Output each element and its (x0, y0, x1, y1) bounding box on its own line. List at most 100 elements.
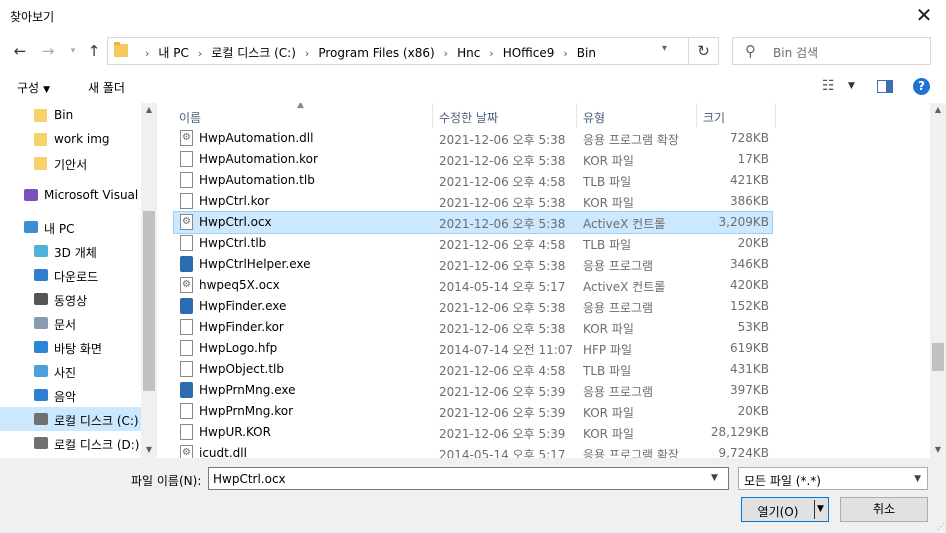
sidebar-item[interactable]: 기안서 (0, 151, 141, 175)
chevron-right-icon[interactable]: › (563, 47, 567, 60)
file-date: 2021-12-06 오후 4:58 (439, 238, 566, 252)
column-type[interactable]: 유형 (583, 109, 605, 126)
scroll-up-icon[interactable]: ▲ (141, 105, 157, 114)
chevron-right-icon[interactable]: › (305, 47, 309, 60)
file-date: 2021-12-06 오후 4:58 (439, 175, 566, 189)
sidebar-scrollbar[interactable]: ▲ ▼ (141, 103, 157, 458)
file-type: TLB 파일 (583, 175, 632, 189)
chevron-right-icon[interactable]: › (198, 47, 202, 60)
column-name[interactable]: 이름 (179, 109, 201, 126)
sidebar-item[interactable]: 로컬 디스크 (D:) (0, 431, 141, 455)
file-row[interactable]: HwpLogo.hfp 2014-07-14 오전 11:07 HFP 파일 619K… (174, 338, 772, 359)
breadcrumb-item[interactable]: Hnc (457, 46, 480, 60)
file-row[interactable]: HwpObject.tlb 2021-12-06 오후 4:58 TLB 파일 431… (174, 359, 772, 380)
column-header: ▲ 이름 수정한 날짜 유형 크기 (157, 103, 930, 128)
file-row[interactable]: HwpFinder.exe 2021-12-06 오후 5:38 응용 프로그램 15… (174, 296, 772, 317)
sidebar-item[interactable]: 문서 (0, 311, 141, 335)
filetype-select[interactable]: 모든 파일 (*.*) ▼ (738, 467, 928, 490)
sidebar-item[interactable]: 사진 (0, 359, 141, 383)
address-bar[interactable]: › 내 PC › 로컬 디스크 (C:) › Program Files (x86) › Hn… (107, 37, 719, 65)
scroll-up-icon[interactable]: ▲ (930, 105, 946, 114)
breadcrumb-item[interactable]: Bin (577, 46, 596, 60)
sidebar-item[interactable]: 다운로드 (0, 263, 141, 287)
navigation-bar: ← → ▾ ↑ › 내 PC › 로컬 디스크 (C:) › Program Files … (0, 31, 946, 71)
chevron-down-icon: ▼ (43, 85, 51, 95)
filename-input[interactable] (208, 467, 729, 490)
chevron-right-icon[interactable]: › (489, 47, 493, 60)
file-icon (180, 172, 193, 188)
file-row[interactable]: HwpCtrl.tlb 2021-12-06 오후 4:58 TLB 파일 20KB (174, 233, 772, 254)
file-type: 응용 프로그램 (583, 259, 654, 273)
resize-grip-icon[interactable]: ⋰ (937, 522, 945, 531)
sidebar-item[interactable]: Microsoft Visual S (0, 183, 141, 207)
view-options-icon[interactable]: ☷ (822, 78, 835, 94)
file-type: KOR 파일 (583, 322, 634, 336)
sidebar-item[interactable]: 동영상 (0, 287, 141, 311)
forward-arrow-icon[interactable]: → (37, 40, 59, 62)
breadcrumb-item[interactable]: Program Files (x86) (318, 46, 434, 60)
file-type: 응용 프로그램 확장 (583, 448, 679, 458)
file-list-scrollbar[interactable]: ▲ ▼ (930, 103, 946, 458)
file-row[interactable]: HwpCtrl.kor 2021-12-06 오후 5:38 KOR 파일 386KB (174, 191, 772, 212)
file-row[interactable]: HwpPrnMng.exe 2021-12-06 오후 5:39 응용 프로그램 39… (174, 380, 772, 401)
file-name: HwpPrnMng.kor (199, 404, 293, 418)
search-input[interactable]: Bin 검색 (773, 44, 818, 61)
file-icon (180, 361, 193, 377)
file-date: 2014-05-14 오후 5:17 (439, 280, 566, 294)
file-size: 346KB (729, 257, 769, 271)
file-date: 2021-12-06 오후 5:38 (439, 217, 566, 231)
file-row[interactable]: HwpAutomation.tlb 2021-12-06 오후 4:58 TLB 파… (174, 170, 772, 191)
close-button[interactable]: ✕ (912, 4, 936, 28)
organize-button[interactable]: 구성 ▼ (17, 79, 50, 96)
scroll-down-icon[interactable]: ▼ (930, 445, 946, 454)
new-folder-button[interactable]: 새 폴더 (88, 79, 125, 96)
file-row[interactable]: hwpeq5X.ocx 2014-05-14 오후 5:17 ActiveX 컨트롤… (174, 275, 772, 296)
column-size[interactable]: 크기 (703, 109, 725, 126)
file-row[interactable]: HwpCtrlHelper.exe 2021-12-06 오후 5:38 응용 프로… (174, 254, 772, 275)
back-arrow-icon[interactable]: ← (9, 40, 31, 62)
sidebar-item-label: 기안서 (54, 158, 88, 172)
cube-icon (34, 245, 48, 257)
chevron-down-icon[interactable]: ▼ (711, 473, 718, 483)
chevron-down-icon[interactable]: ▼ (848, 81, 855, 91)
chevron-right-icon[interactable]: › (444, 47, 448, 60)
video-icon (34, 293, 48, 305)
sidebar-item[interactable]: 로컬 디스크 (C:) (0, 407, 141, 431)
sidebar-item[interactable]: 바탕 화면 (0, 335, 141, 359)
file-row[interactable]: HwpAutomation.dll 2021-12-06 오후 5:38 응용 프로… (174, 128, 772, 149)
scroll-down-icon[interactable]: ▼ (141, 445, 157, 454)
sidebar-item[interactable]: 내 PC (0, 215, 141, 239)
open-options-chevron-icon[interactable]: ▼ (817, 504, 824, 514)
file-date: 2021-12-06 오후 5:39 (439, 385, 566, 399)
cancel-button[interactable]: 취소 (840, 497, 928, 522)
refresh-icon[interactable]: ↻ (688, 38, 718, 64)
recent-locations-chevron-icon[interactable]: ▾ (62, 40, 84, 62)
open-button[interactable]: 열기(O) ▼ (741, 497, 829, 522)
breadcrumb-item[interactable]: 내 PC (158, 46, 188, 60)
help-icon[interactable]: ? (913, 78, 930, 95)
scrollbar-thumb[interactable] (143, 211, 155, 391)
up-arrow-icon[interactable]: ↑ (83, 40, 105, 62)
file-row[interactable]: HwpAutomation.kor 2021-12-06 오후 5:38 KOR 파… (174, 149, 772, 170)
sidebar-item[interactable]: 음악 (0, 383, 141, 407)
file-row[interactable]: HwpFinder.kor 2021-12-06 오후 5:38 KOR 파일 53K… (174, 317, 772, 338)
visual-studio-icon (24, 189, 38, 201)
chevron-down-icon[interactable]: ▾ (662, 43, 678, 54)
search-box[interactable]: ⚲ Bin 검색 (732, 37, 931, 65)
breadcrumb-item[interactable]: HOffice9 (503, 46, 555, 60)
file-row[interactable]: HwpUR.KOR 2021-12-06 오후 5:39 KOR 파일 28,129K… (174, 422, 772, 443)
file-name: HwpAutomation.tlb (199, 173, 315, 187)
sidebar-item[interactable]: 3D 개체 (0, 239, 141, 263)
search-icon: ⚲ (745, 42, 756, 60)
file-row[interactable]: HwpCtrl.ocx 2021-12-06 오후 5:38 ActiveX 컨트롤… (173, 211, 773, 234)
sidebar-item[interactable]: Bin (0, 103, 141, 127)
chevron-right-icon[interactable]: › (145, 47, 149, 60)
preview-pane-icon[interactable] (877, 80, 893, 93)
sidebar-item[interactable]: work img (0, 127, 141, 151)
file-row[interactable]: HwpPrnMng.kor 2021-12-06 오후 5:39 KOR 파일 20K… (174, 401, 772, 422)
column-date[interactable]: 수정한 날짜 (439, 109, 498, 126)
sidebar-item-label: Microsoft Visual S (44, 188, 141, 202)
breadcrumb-item[interactable]: 로컬 디스크 (C:) (211, 46, 296, 60)
file-row[interactable]: icudt.dll 2014-05-14 오후 5:17 응용 프로그램 확장 9,7… (174, 443, 772, 458)
scrollbar-thumb[interactable] (932, 343, 944, 371)
